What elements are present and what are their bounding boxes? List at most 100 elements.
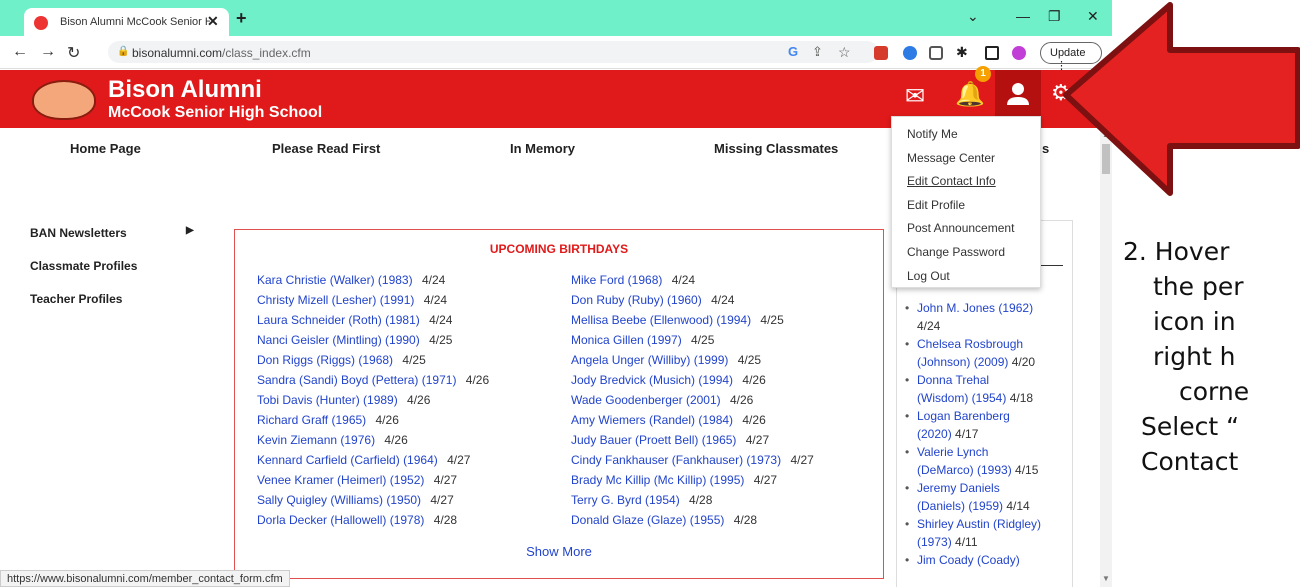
extensions-puzzle-icon[interactable]: ✱	[956, 44, 970, 60]
birthday-date: 4/27	[430, 473, 458, 487]
menu-item-edit-profile[interactable]: Edit Profile	[892, 194, 1040, 218]
announcement-name-link[interactable]: Donna Trehal	[917, 371, 1041, 389]
account-button[interactable]	[995, 70, 1041, 120]
brand-title[interactable]: Bison Alumni	[108, 76, 262, 104]
announcement-date: 4/11	[955, 535, 978, 549]
announcement-name-link[interactable]: Jeremy Daniels	[917, 479, 1041, 497]
birthday-date: 4/27	[750, 473, 778, 487]
announcement-line-2: (1973) 4/11	[917, 533, 1041, 551]
google-icon[interactable]: G	[788, 44, 802, 59]
nav-please-read-first[interactable]: Please Read First	[272, 141, 380, 156]
restore-icon[interactable]: ❐	[1048, 8, 1061, 25]
announcement-item: Logan Barenberg(2020) 4/17	[905, 407, 1041, 443]
sidebar-classmate-profiles[interactable]: Classmate Profiles	[30, 259, 137, 273]
show-more-link[interactable]: Show More	[235, 544, 883, 559]
birthday-name-link[interactable]: Tobi Davis (Hunter) (1989)	[257, 393, 398, 407]
announcement-name-link[interactable]: Logan Barenberg	[917, 407, 1041, 425]
profile-avatar-icon[interactable]	[1012, 46, 1026, 60]
person-icon	[1007, 83, 1029, 105]
bell-icon[interactable]: 🔔	[955, 80, 985, 109]
announcement-name-cont[interactable]: (DeMarco) (1993)	[917, 463, 1015, 477]
birthday-date: 4/26	[403, 393, 431, 407]
nav-home-page[interactable]: Home Page	[70, 141, 141, 156]
birthday-name-link[interactable]: Judy Bauer (Proett Bell) (1965)	[571, 433, 736, 447]
announcement-name-cont[interactable]: (Johnson) (2009)	[917, 355, 1012, 369]
birthday-name-link[interactable]: Venee Kramer (Heimerl) (1952)	[257, 473, 424, 487]
mail-icon[interactable]: ✉	[905, 82, 925, 111]
birthday-name-link[interactable]: Cindy Fankhauser (Fankhauser) (1973)	[571, 453, 781, 467]
extension-blue-icon[interactable]	[903, 46, 917, 60]
announcement-name-cont[interactable]: (Daniels) (1959)	[917, 499, 1006, 513]
birthday-name-link[interactable]: Richard Graff (1965)	[257, 413, 366, 427]
announcement-date: 4/17	[955, 427, 979, 441]
announcement-line-2: (Wisdom) (1954) 4/18	[917, 389, 1041, 407]
share-icon[interactable]: ⇪	[812, 44, 826, 59]
new-tab-icon[interactable]: +	[236, 8, 247, 29]
birthday-name-link[interactable]: Brady Mc Killip (Mc Killip) (1995)	[571, 473, 744, 487]
birthday-name-link[interactable]: Laura Schneider (Roth) (1981)	[257, 313, 420, 327]
minimize-icon[interactable]: —	[1016, 8, 1030, 24]
birthday-name-link[interactable]: Nanci Geisler (Mintling) (1990)	[257, 333, 420, 347]
birthday-name-link[interactable]: Kevin Ziemann (1976)	[257, 433, 375, 447]
announcement-name-link[interactable]: Chelsea Rosbrough	[917, 335, 1041, 353]
menu-item-post-announcement[interactable]: Post Announcement	[892, 217, 1040, 241]
close-tab-icon[interactable]: ✕	[207, 13, 219, 30]
birthday-name-link[interactable]: Amy Wiemers (Randel) (1984)	[571, 413, 733, 427]
birthday-name-link[interactable]: Jody Bredvick (Musich) (1994)	[571, 373, 733, 387]
bison-logo[interactable]	[32, 80, 96, 120]
back-icon[interactable]: ←	[12, 43, 28, 61]
menu-item-log-out[interactable]: Log Out	[892, 265, 1040, 289]
birthday-name-link[interactable]: Mellisa Beebe (Ellenwood) (1994)	[571, 313, 751, 327]
bookmark-star-icon[interactable]: ☆	[838, 44, 852, 60]
birthday-row: Richard Graff (1965) 4/26	[257, 410, 489, 430]
menu-item-notify-me[interactable]: Notify Me	[892, 123, 1040, 147]
scroll-down-icon[interactable]: ▼	[1102, 574, 1110, 583]
birthday-name-link[interactable]: Mike Ford (1968)	[571, 273, 662, 287]
birthday-name-link[interactable]: Sandra (Sandi) Boyd (Pettera) (1971)	[257, 373, 456, 387]
address-bar[interactable]: 🔒 bisonalumni.com/class_index.cfm	[108, 41, 878, 63]
birthday-name-link[interactable]: Kara Christie (Walker) (1983)	[257, 273, 413, 287]
extension-red-icon[interactable]	[874, 46, 888, 60]
announcement-name-link[interactable]: Shirley Austin (Ridgley)	[917, 515, 1041, 533]
birthday-name-link[interactable]: Monica Gillen (1997)	[571, 333, 682, 347]
nav-in-memory[interactable]: In Memory	[510, 141, 575, 156]
announcement-line-2: (2020) 4/17	[917, 425, 1041, 443]
announcement-name-cont[interactable]: (Wisdom) (1954)	[917, 391, 1010, 405]
sidebar-teacher-profiles[interactable]: Teacher Profiles	[30, 292, 122, 306]
announcement-item: Donna Trehal(Wisdom) (1954) 4/18	[905, 371, 1041, 407]
birthday-name-link[interactable]: Kennard Carfield (Carfield) (1964)	[257, 453, 438, 467]
side-panel-icon[interactable]	[985, 46, 999, 60]
announcement-name-link[interactable]: John M. Jones (1962)	[917, 299, 1041, 317]
birthday-name-link[interactable]: Angela Unger (Williby) (1999)	[571, 353, 728, 367]
instruction-line: Select “	[1141, 412, 1240, 441]
brand-subtitle: McCook Senior High School	[108, 104, 323, 121]
announcement-name-cont[interactable]: (2020)	[917, 427, 955, 441]
birthday-date: 4/26	[739, 413, 766, 427]
menu-item-message-center[interactable]: Message Center	[892, 147, 1040, 171]
birthday-date: 4/26	[372, 413, 399, 427]
birthday-row: Brady Mc Killip (Mc Killip) (1995) 4/27	[571, 470, 814, 490]
birthday-name-link[interactable]: Christy Mizell (Lesher) (1991)	[257, 293, 414, 307]
birthday-name-link[interactable]: Sally Quigley (Williams) (1950)	[257, 493, 421, 507]
announcement-name-cont[interactable]: (1973)	[917, 535, 955, 549]
birthday-name-link[interactable]: Don Riggs (Riggs) (1968)	[257, 353, 393, 367]
birthday-name-link[interactable]: Don Ruby (Ruby) (1960)	[571, 293, 702, 307]
forward-icon[interactable]: →	[40, 43, 56, 61]
birthday-name-link[interactable]: Donald Glaze (Glaze) (1955)	[571, 513, 724, 527]
birthday-row: Dorla Decker (Hallowell) (1978) 4/28	[257, 510, 489, 530]
announcement-name-link[interactable]: Jim Coady (Coady)	[917, 551, 1041, 569]
nav-item-partial[interactable]: s	[1042, 141, 1049, 156]
announcement-name-link[interactable]: Valerie Lynch	[917, 443, 1041, 461]
sidebar-ban-newsletters[interactable]: BAN Newsletters ▶	[30, 225, 194, 240]
birthday-name-link[interactable]: Wade Goodenberger (2001)	[571, 393, 721, 407]
birthday-name-link[interactable]: Dorla Decker (Hallowell) (1978)	[257, 513, 424, 527]
menu-item-change-password[interactable]: Change Password	[892, 241, 1040, 265]
menu-item-edit-contact-info[interactable]: Edit Contact Info	[892, 170, 1040, 194]
birthday-name-link[interactable]: Terry G. Byrd (1954)	[571, 493, 680, 507]
birthday-row: Christy Mizell (Lesher) (1991) 4/24	[257, 290, 489, 310]
reload-icon[interactable]: ↻	[67, 43, 80, 63]
extension-box-icon[interactable]	[929, 46, 943, 60]
tab-search-chevron-icon[interactable]: ⌄	[967, 8, 979, 25]
browser-tab[interactable]: Bison Alumni McCook Senior Hig ✕	[24, 8, 229, 36]
nav-missing-classmates[interactable]: Missing Classmates	[714, 141, 838, 156]
